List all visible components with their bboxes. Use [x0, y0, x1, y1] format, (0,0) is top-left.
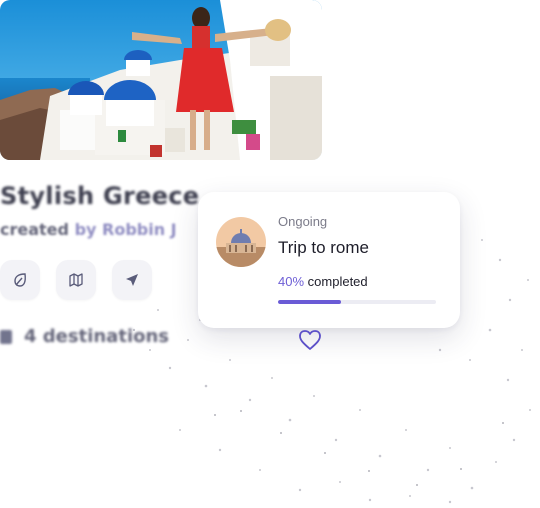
destinations-count: 4 destinations: [24, 326, 170, 347]
leaf-button[interactable]: [0, 260, 40, 300]
map-icon: [69, 273, 83, 287]
progress-bar-fill: [278, 300, 342, 304]
trip-status: Ongoing: [278, 214, 328, 229]
trip-progress-card[interactable]: Ongoing Trip to rome 40% completed: [198, 192, 460, 328]
completed-label: completed: [307, 274, 368, 289]
card-actions: [0, 260, 152, 300]
navigation-arrow-icon: [126, 274, 138, 286]
rome-avatar: [216, 217, 266, 267]
map-button[interactable]: [56, 260, 96, 300]
destinations-info: 4 destinations: [0, 326, 169, 347]
destination-photo: [0, 0, 322, 160]
heart-icon[interactable]: [298, 329, 322, 351]
progress-percent: 40%: [278, 274, 305, 289]
trip-name: Trip to rome: [278, 238, 370, 257]
trip-title: Stylish Greece: [0, 182, 200, 210]
leaf-icon: [14, 273, 26, 287]
progress-label: 40% completed: [278, 274, 368, 289]
created-label: created: [0, 220, 69, 239]
navigate-button[interactable]: [112, 260, 152, 300]
author-name: by Robbin J: [74, 220, 177, 239]
trip-subtitle: created by Robbin J: [0, 220, 177, 239]
pin-icon: [0, 329, 12, 344]
progress-bar: [278, 300, 436, 304]
